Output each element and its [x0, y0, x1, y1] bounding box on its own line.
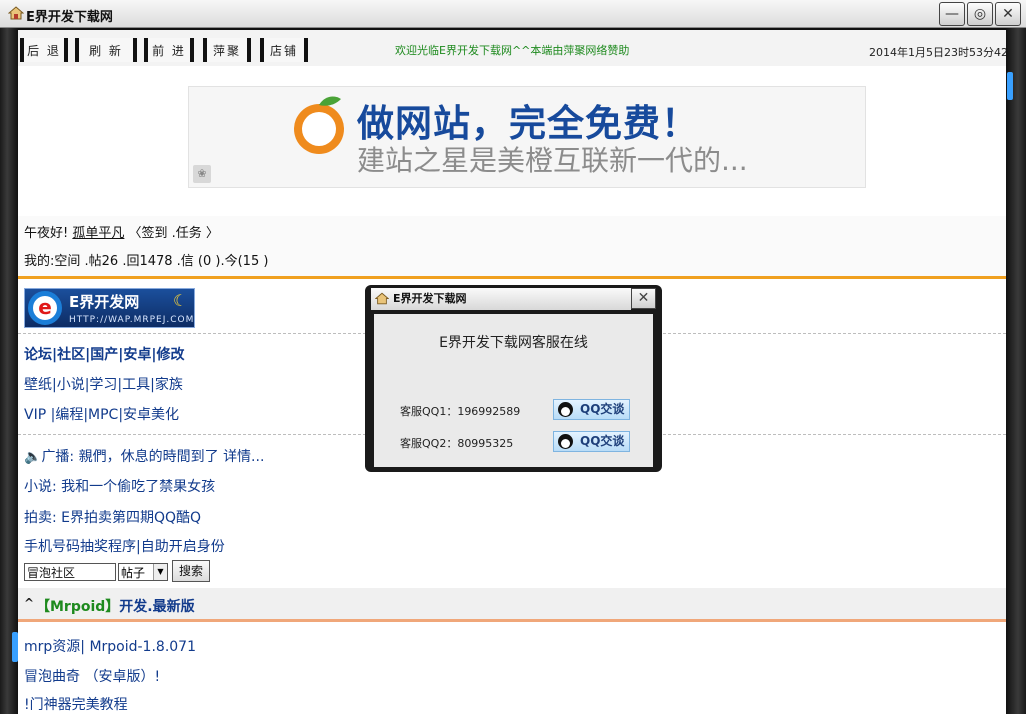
broadcast-text: 親們，休息的時間到了 [78, 449, 219, 465]
popup-title: E界开发下载网 [371, 288, 631, 310]
nav-toolbar: 后 退 刷 新 前 进 萍聚 店铺 欢迎光临E界开发下载网^^本端由萍聚网络赞助… [18, 30, 1006, 66]
novel-link[interactable]: 小说: 我和一个偷吃了禁果女孩 [24, 476, 215, 496]
search-button[interactable]: 搜索 [172, 560, 210, 582]
user-info: 午夜好! 孤单平凡 〈签到 .任务 〉 我的:空间 .帖26 .回1478 .信… [18, 216, 1006, 276]
logo-url: HTTP://WAP.MRPEJ.COM [69, 315, 195, 325]
qq2-chat-button[interactable]: QQ交谈 [553, 431, 630, 452]
forward-button[interactable]: 前 进 [144, 38, 194, 62]
user-stats[interactable]: 我的:空间 .帖26 .回1478 .信 (0 ).今(15 ) [24, 250, 268, 269]
orange-logo-icon [294, 96, 344, 154]
title-bar: E界开发下载网 — ◎ ✕ [0, 0, 1026, 28]
search-input[interactable] [24, 563, 116, 581]
nav-row-3[interactable]: VIP |编程|MPC|安卓美化 [24, 404, 179, 424]
app-window: E界开发下载网 — ◎ ✕ 后 退 刷 新 前 进 萍聚 店铺 欢迎光临E界开发… [0, 0, 1026, 714]
popup-heading: E界开发下载网客服在线 [439, 335, 588, 351]
user-actions[interactable]: 〈签到 .任务 〉 [129, 226, 219, 241]
site-logo[interactable]: e E界开发网 ☾ HTTP://WAP.MRPEJ.COM [24, 288, 195, 328]
e-logo-icon: e [28, 291, 62, 325]
qq-penguin-icon [558, 402, 573, 417]
moon-icon: ☾ [173, 291, 188, 310]
nav-main-links[interactable]: 论坛|社区|国产|安卓|修改 [24, 344, 184, 364]
settings-button[interactable]: ◎ [967, 2, 993, 26]
section-header: ^ 【Mrpoid】开发.最新版 [18, 588, 1006, 622]
lottery-link[interactable]: 手机号码抽奖程序|自助开启身份 [24, 536, 225, 556]
section-brand: Mrpoid [50, 599, 106, 615]
greeting-line: 午夜好! 孤单平凡 〈签到 .任务 〉 [24, 222, 219, 241]
datetime-text: 2014年1月5日23时53分42秒 [869, 46, 1006, 59]
tutorial-link[interactable]: !门神器完美教程 [24, 694, 128, 714]
bubble-cookie-link[interactable]: 冒泡曲奇 （安卓版）! [24, 666, 160, 686]
search-type-value: 帖子 [121, 566, 146, 580]
qq2-label: 客服QQ2：80995325 [400, 437, 514, 450]
home-icon [375, 292, 389, 305]
close-button[interactable]: ✕ [995, 2, 1021, 26]
scrollbar-thumb[interactable] [1007, 72, 1013, 100]
username-link[interactable]: 孤单平凡 [72, 226, 124, 241]
qq-penguin-icon [558, 434, 573, 449]
banner-subtext: 建站之星是美橙互联新一代的... [357, 144, 748, 177]
auction-link[interactable]: 拍卖: E界拍卖第四期QQ酷Q [24, 507, 201, 527]
paw-icon: ❀ [193, 165, 211, 183]
support-popup: E界开发下载网 ✕ E界开发下载网客服在线 客服QQ1：196992589 QQ… [365, 285, 662, 472]
broadcast[interactable]: 🔈广播: 親們，休息的時間到了 详情... [24, 446, 264, 466]
popup-close-button[interactable]: ✕ [631, 288, 656, 309]
qq1-label: 客服QQ1：196992589 [400, 405, 521, 418]
ad-banner[interactable]: 做网站，完全免费！ 建站之星是美橙互联新一代的... ❀ [188, 86, 866, 188]
popup-body: E界开发下载网客服在线 客服QQ1：196992589 QQ交谈 客服QQ2：8… [374, 314, 653, 467]
mrp-resource-link[interactable]: mrp资源| Mrpoid-1.8.071 [24, 636, 196, 656]
search-type-select[interactable]: 帖子 ▼ [118, 563, 168, 581]
pingju-button[interactable]: 萍聚 [203, 38, 251, 62]
logo-text: E界开发网 [69, 293, 140, 311]
back-button[interactable]: 后 退 [20, 38, 68, 62]
speaker-icon: 🔈 [24, 449, 42, 465]
left-frame [0, 28, 18, 714]
chevron-up-icon[interactable]: ^ [24, 596, 34, 610]
nav-row-2[interactable]: 壁纸|小说|学习|工具|家族 [24, 374, 183, 394]
broadcast-more-link[interactable]: 详情... [223, 449, 264, 465]
window-title: E界开发下载网 [26, 10, 113, 25]
welcome-text: 欢迎光临E界开发下载网^^本端由萍聚网络赞助 [395, 44, 630, 57]
refresh-button[interactable]: 刷 新 [75, 38, 137, 62]
dropdown-arrow-icon: ▼ [153, 564, 167, 580]
minimize-button[interactable]: — [939, 2, 965, 26]
shop-button[interactable]: 店铺 [260, 38, 308, 62]
section-title: 【Mrpoid】开发.最新版 [36, 599, 195, 615]
greeting-text: 午夜好! [24, 226, 69, 241]
broadcast-label: 广播: [41, 449, 75, 465]
divider [18, 276, 1006, 279]
home-icon [8, 6, 24, 20]
qq1-chat-button[interactable]: QQ交谈 [553, 399, 630, 420]
right-frame [1006, 28, 1026, 714]
